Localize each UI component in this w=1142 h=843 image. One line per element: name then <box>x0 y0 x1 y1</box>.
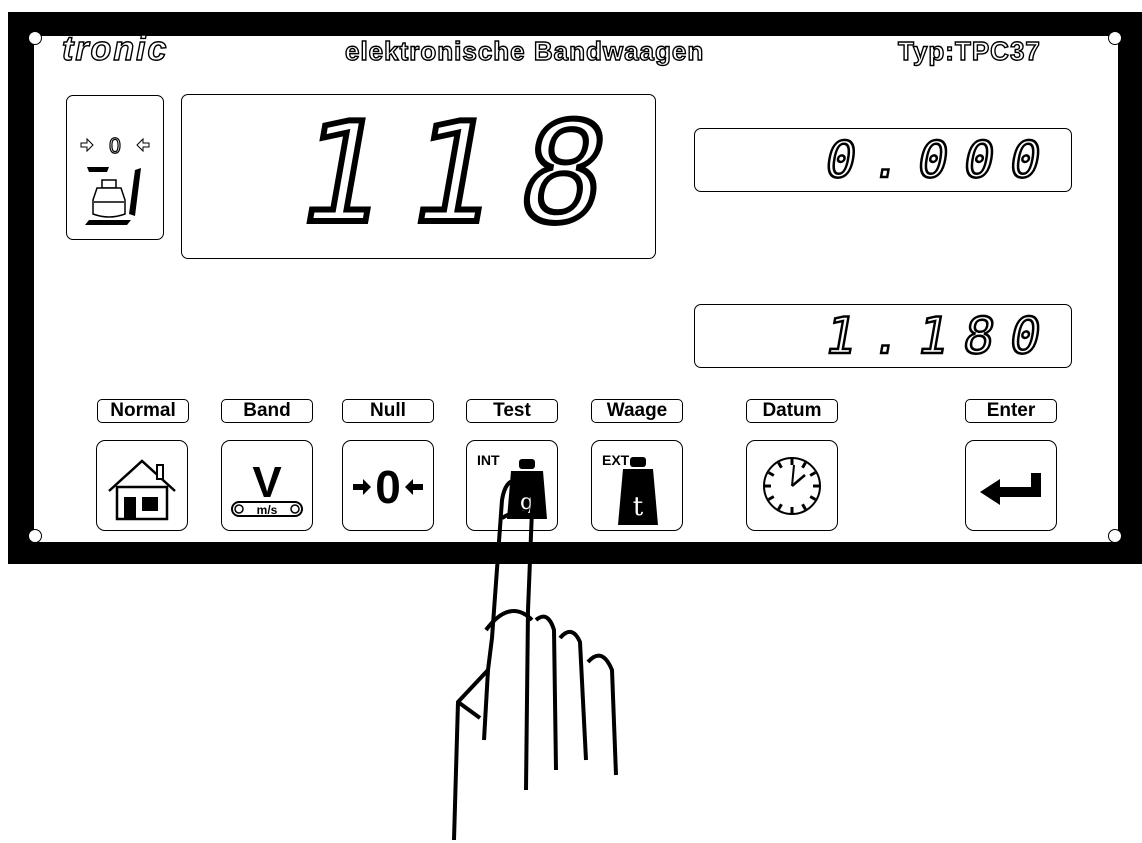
main-display: 118 <box>181 90 656 259</box>
brand-subtitle: elektronische Bandwaagen <box>344 35 705 66</box>
null-icon-text: 0 <box>375 461 401 513</box>
datum-button[interactable] <box>746 440 838 531</box>
band-icon-text: V <box>252 458 282 507</box>
label-null: Null <box>342 399 434 423</box>
normal-button[interactable] <box>96 440 188 531</box>
enter-button[interactable] <box>965 440 1057 531</box>
top-display-value: 0.000 <box>820 130 1063 191</box>
waage-icon-text: EXT <box>602 452 630 468</box>
label-normal: Normal <box>97 399 189 423</box>
label-datum: Datum <box>746 399 838 423</box>
brand-logo: tronic <box>61 29 169 68</box>
label-enter: Enter <box>965 399 1057 423</box>
zero-icon: 0 <box>353 461 423 513</box>
bottom-display-value: 1.180 <box>820 306 1063 367</box>
label-waage: Waage <box>591 399 683 423</box>
belt-speed-icon: V m/s <box>231 458 303 517</box>
enter-arrow-icon <box>980 473 1041 505</box>
test-icon-text: INT <box>477 452 500 468</box>
zero-status-indicator: 0 <box>66 95 164 240</box>
secondary-display-top: 0.000 <box>694 128 1072 192</box>
device-type: Typ:TPC37 <box>897 35 1041 66</box>
clock-icon <box>763 457 821 515</box>
band-button[interactable]: V m/s <box>221 440 313 531</box>
corner-screw <box>28 529 42 543</box>
secondary-display-bottom: 1.180 <box>694 304 1072 368</box>
home-icon <box>108 459 176 521</box>
null-button[interactable]: 0 <box>342 440 434 531</box>
zero-indicator-text: 0 <box>109 134 122 158</box>
corner-screw <box>1108 31 1122 45</box>
pointing-hand-icon <box>452 478 618 841</box>
zero-weight-icon: 0 <box>80 133 150 225</box>
band-icon-subtext: m/s <box>257 503 278 517</box>
corner-screw <box>28 31 42 45</box>
corner-screw <box>1108 529 1122 543</box>
main-display-value: 118 <box>283 90 651 257</box>
label-test: Test <box>466 399 558 423</box>
label-band: Band <box>221 399 313 423</box>
